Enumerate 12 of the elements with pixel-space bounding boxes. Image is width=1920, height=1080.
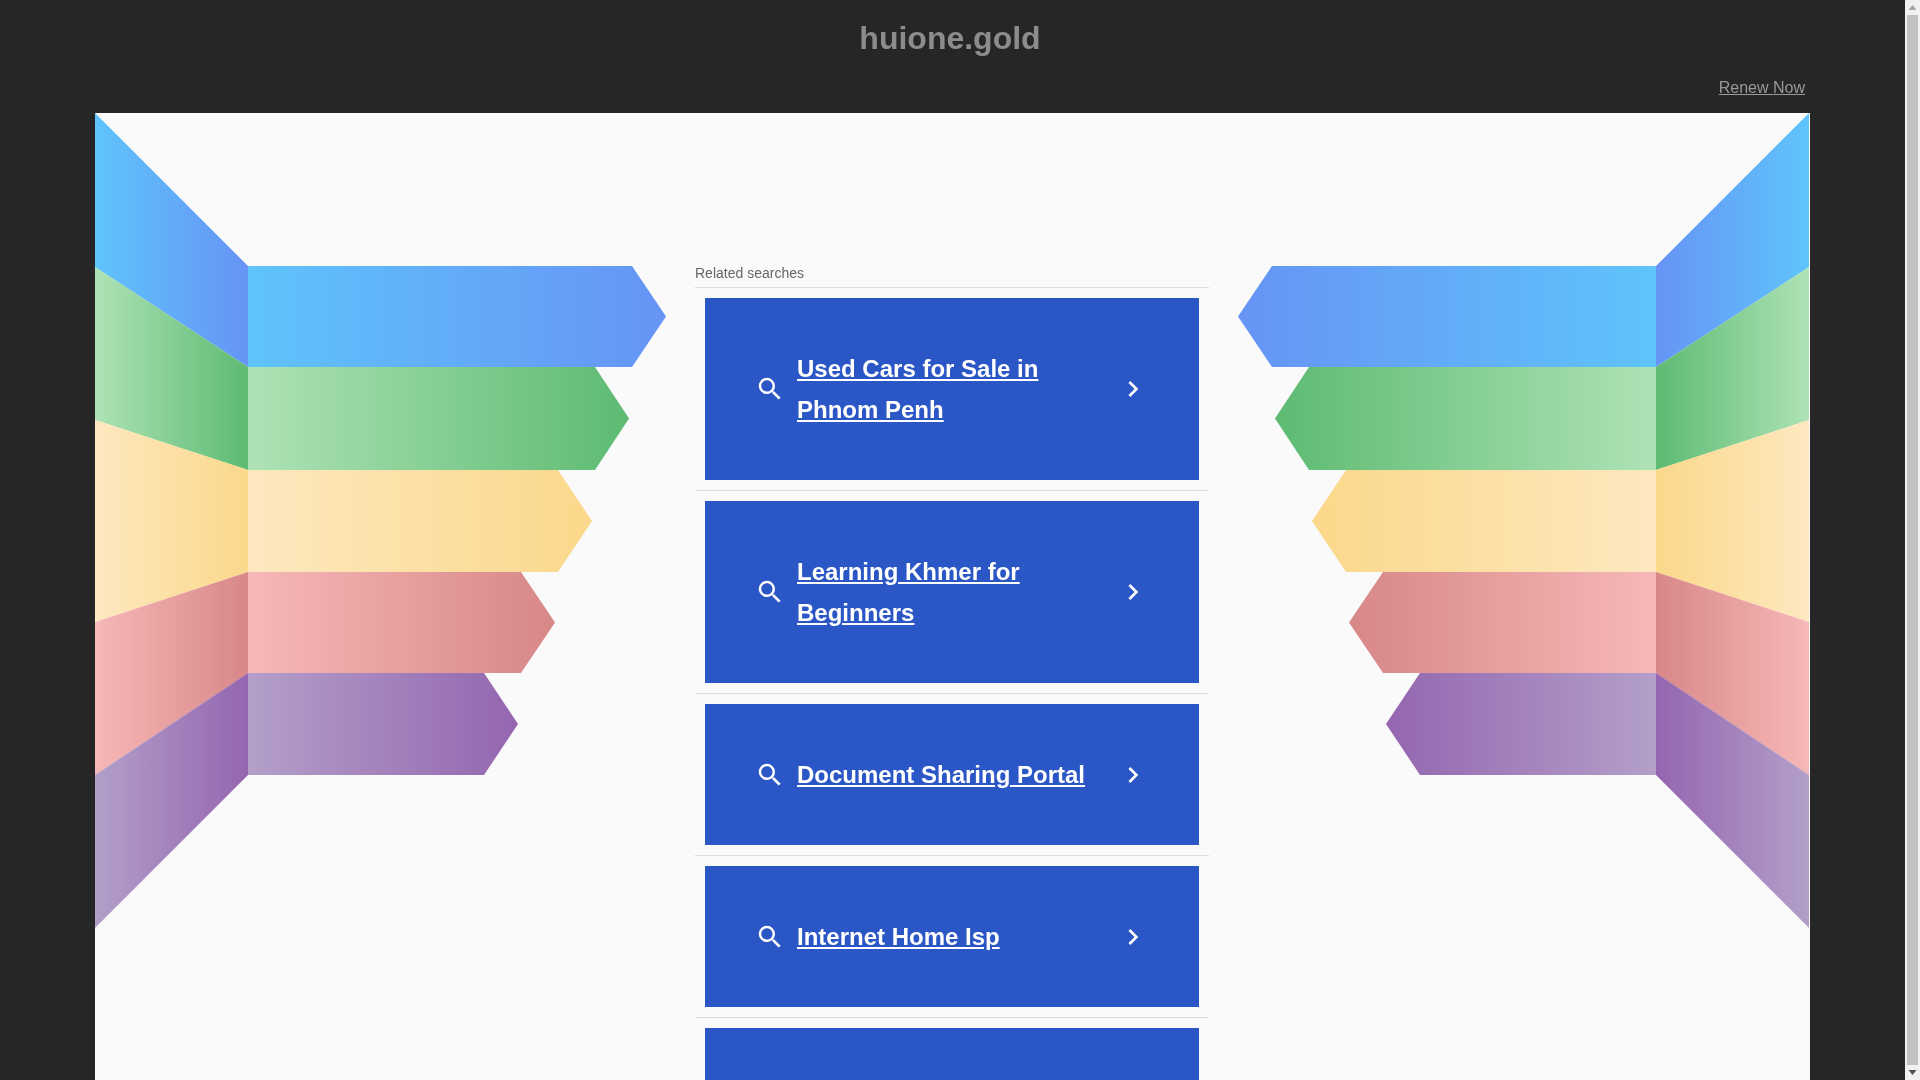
- renew-now-link[interactable]: Renew Now: [1718, 79, 1805, 97]
- search-link[interactable]: Learning Khmer for Beginners: [797, 551, 1097, 633]
- related-searches-heading: Related searches: [695, 265, 804, 282]
- site-title: huione.gold: [859, 19, 1041, 57]
- search-link[interactable]: Used Cars for Sale in Phnom Penh: [797, 348, 1097, 430]
- related-search-card[interactable]: Document Sharing Portal: [705, 704, 1199, 845]
- related-search-card[interactable]: Used Cars for Sale in Phnom Penh: [705, 298, 1199, 480]
- search-link[interactable]: Document Sharing Portal: [797, 754, 1097, 795]
- related-search-card[interactable]: Learning Khmer for Beginners: [705, 501, 1199, 683]
- related-search-card[interactable]: Internet Home Isp: [705, 866, 1199, 1007]
- scrollbar-thumb[interactable]: [1907, 15, 1918, 1065]
- search-link[interactable]: Internet Home Isp: [797, 916, 1097, 957]
